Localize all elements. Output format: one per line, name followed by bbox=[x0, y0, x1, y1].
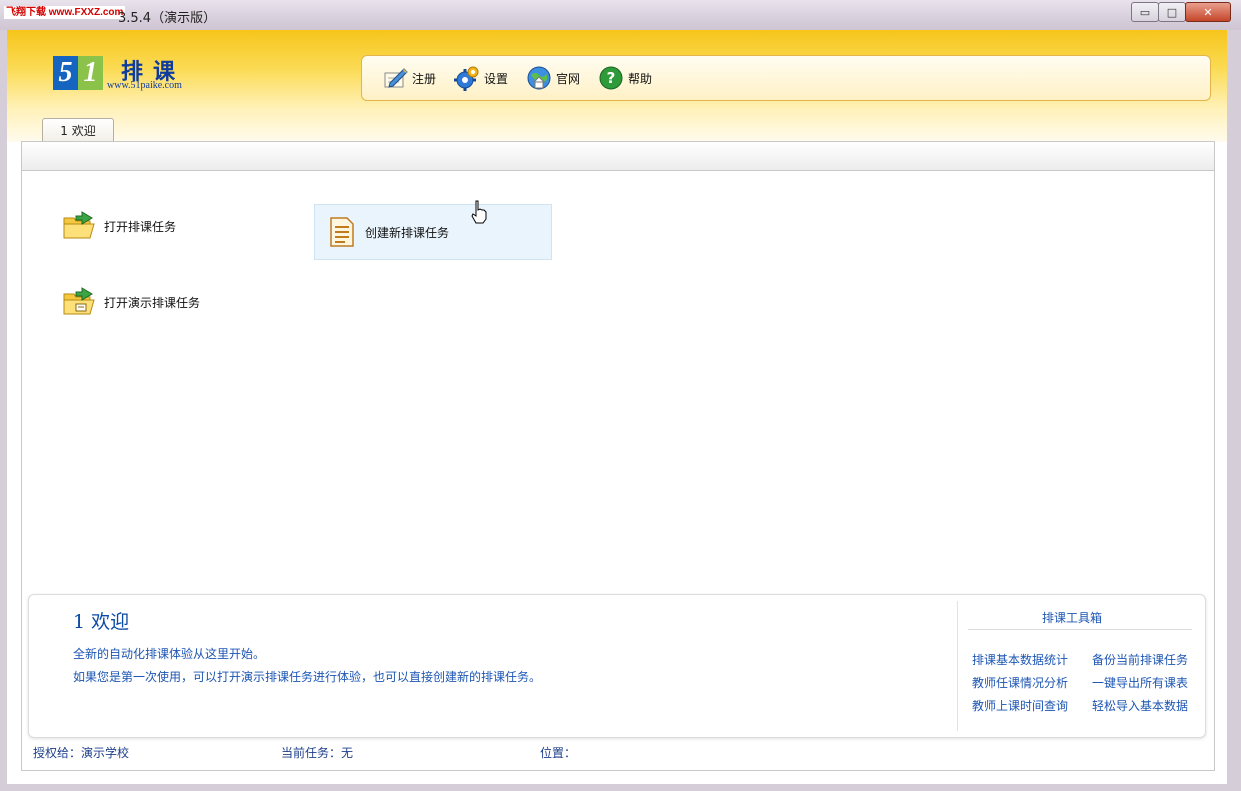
window-title: 3.5.4（演示版） bbox=[118, 11, 217, 26]
toolbox-title: 排课工具箱 bbox=[1042, 611, 1103, 625]
help-button[interactable]: ? 帮助 bbox=[598, 65, 652, 91]
tab-welcome[interactable]: 1 欢迎 bbox=[42, 118, 114, 142]
toolbox-link-import-data[interactable]: 轻松导入基本数据 bbox=[1092, 697, 1188, 714]
window-frame-right bbox=[1227, 30, 1241, 791]
watermark: 飞翔下载 www.FXXZ.com bbox=[4, 6, 126, 19]
welcome-text-line-2: 如果您是第一次使用，可以打开演示排课任务进行体验，也可以直接创建新的排课任务。 bbox=[73, 670, 542, 684]
status-location: 位置： bbox=[540, 746, 577, 760]
content-header-bar bbox=[22, 142, 1214, 171]
window-frame-bottom bbox=[0, 784, 1241, 791]
window-titlebar: 飞翔下载 www.FXXZ.com 3.5.4（演示版） ▭ □ ✕ bbox=[0, 0, 1241, 30]
toolbox-link-teacher-analysis[interactable]: 教师任课情况分析 bbox=[972, 674, 1068, 691]
settings-label: 设置 bbox=[484, 71, 509, 86]
new-task-link[interactable]: 创建新排课任务 bbox=[314, 204, 552, 260]
document-icon bbox=[323, 214, 359, 250]
open-demo-task-link[interactable]: 打开演示排课任务 bbox=[62, 284, 200, 320]
window-frame-left bbox=[0, 30, 7, 791]
svg-text:?: ? bbox=[607, 69, 616, 87]
open-task-label: 打开排课任务 bbox=[104, 219, 177, 234]
tab-strip: 1 欢迎 bbox=[7, 118, 1227, 142]
main-toolbar: 注册 设置 官网 ? 帮助 bbox=[361, 55, 1211, 101]
website-label: 官网 bbox=[556, 71, 581, 86]
status-licensed: 授权给：演示学校 bbox=[33, 746, 130, 760]
help-label: 帮助 bbox=[628, 71, 653, 86]
register-label: 注册 bbox=[412, 71, 437, 86]
open-folder-icon bbox=[62, 208, 98, 244]
toolbox-link-teacher-time-query[interactable]: 教师上课时间查询 bbox=[972, 697, 1068, 714]
logo-digit-5: 5 bbox=[53, 56, 78, 90]
app-header: 5 1 排课 www.51paike.com 注册 设置 官网 ? 帮助 1 欢… bbox=[7, 30, 1227, 142]
logo-digit-1: 1 bbox=[78, 56, 103, 90]
open-demo-task-label: 打开演示排课任务 bbox=[104, 295, 201, 310]
hand-cursor-icon bbox=[471, 200, 489, 228]
open-demo-folder-icon bbox=[62, 284, 98, 320]
status-current-task: 当前任务：无 bbox=[281, 746, 354, 760]
toolbox-link-backup-task[interactable]: 备份当前排课任务 bbox=[1092, 651, 1188, 668]
app-window: 5 1 排课 www.51paike.com 注册 设置 官网 ? 帮助 1 欢… bbox=[7, 30, 1227, 784]
welcome-title: 1 欢迎 bbox=[73, 611, 130, 633]
gear-icon bbox=[454, 65, 480, 91]
globe-home-icon bbox=[526, 65, 552, 91]
open-task-link[interactable]: 打开排课任务 bbox=[62, 208, 176, 244]
register-pencil-icon bbox=[382, 65, 408, 91]
welcome-page: 打开排课任务 创建新排课任务 打开演示排课任务 1 欢迎 全新的自动化排课体验从… bbox=[21, 141, 1215, 771]
status-bar: 授权给：演示学校 当前任务：无 位置： bbox=[21, 740, 1213, 764]
maximize-button[interactable]: □ bbox=[1158, 2, 1186, 22]
minimize-button[interactable]: ▭ bbox=[1131, 2, 1159, 22]
window-controls: ▭ □ ✕ bbox=[1131, 2, 1231, 22]
welcome-info-panel: 1 欢迎 全新的自动化排课体验从这里开始。 如果您是第一次使用，可以打开演示排课… bbox=[28, 594, 1206, 738]
welcome-text-line-1: 全新的自动化排课体验从这里开始。 bbox=[73, 647, 266, 661]
scheduling-toolbox: 排课工具箱 排课基本数据统计 备份当前排课任务 教师任课情况分析 一键导出所有课… bbox=[957, 601, 1202, 731]
logo-url: www.51paike.com bbox=[107, 80, 182, 91]
toolbox-divider bbox=[968, 629, 1192, 630]
register-button[interactable]: 注册 bbox=[382, 65, 436, 91]
help-icon: ? bbox=[598, 65, 624, 91]
settings-button[interactable]: 设置 bbox=[454, 65, 508, 91]
new-task-label: 创建新排课任务 bbox=[365, 225, 450, 240]
toolbox-link-data-stats[interactable]: 排课基本数据统计 bbox=[972, 651, 1068, 668]
website-button[interactable]: 官网 bbox=[526, 65, 580, 91]
toolbox-link-export-schedules[interactable]: 一键导出所有课表 bbox=[1092, 674, 1188, 691]
close-button[interactable]: ✕ bbox=[1185, 2, 1231, 22]
